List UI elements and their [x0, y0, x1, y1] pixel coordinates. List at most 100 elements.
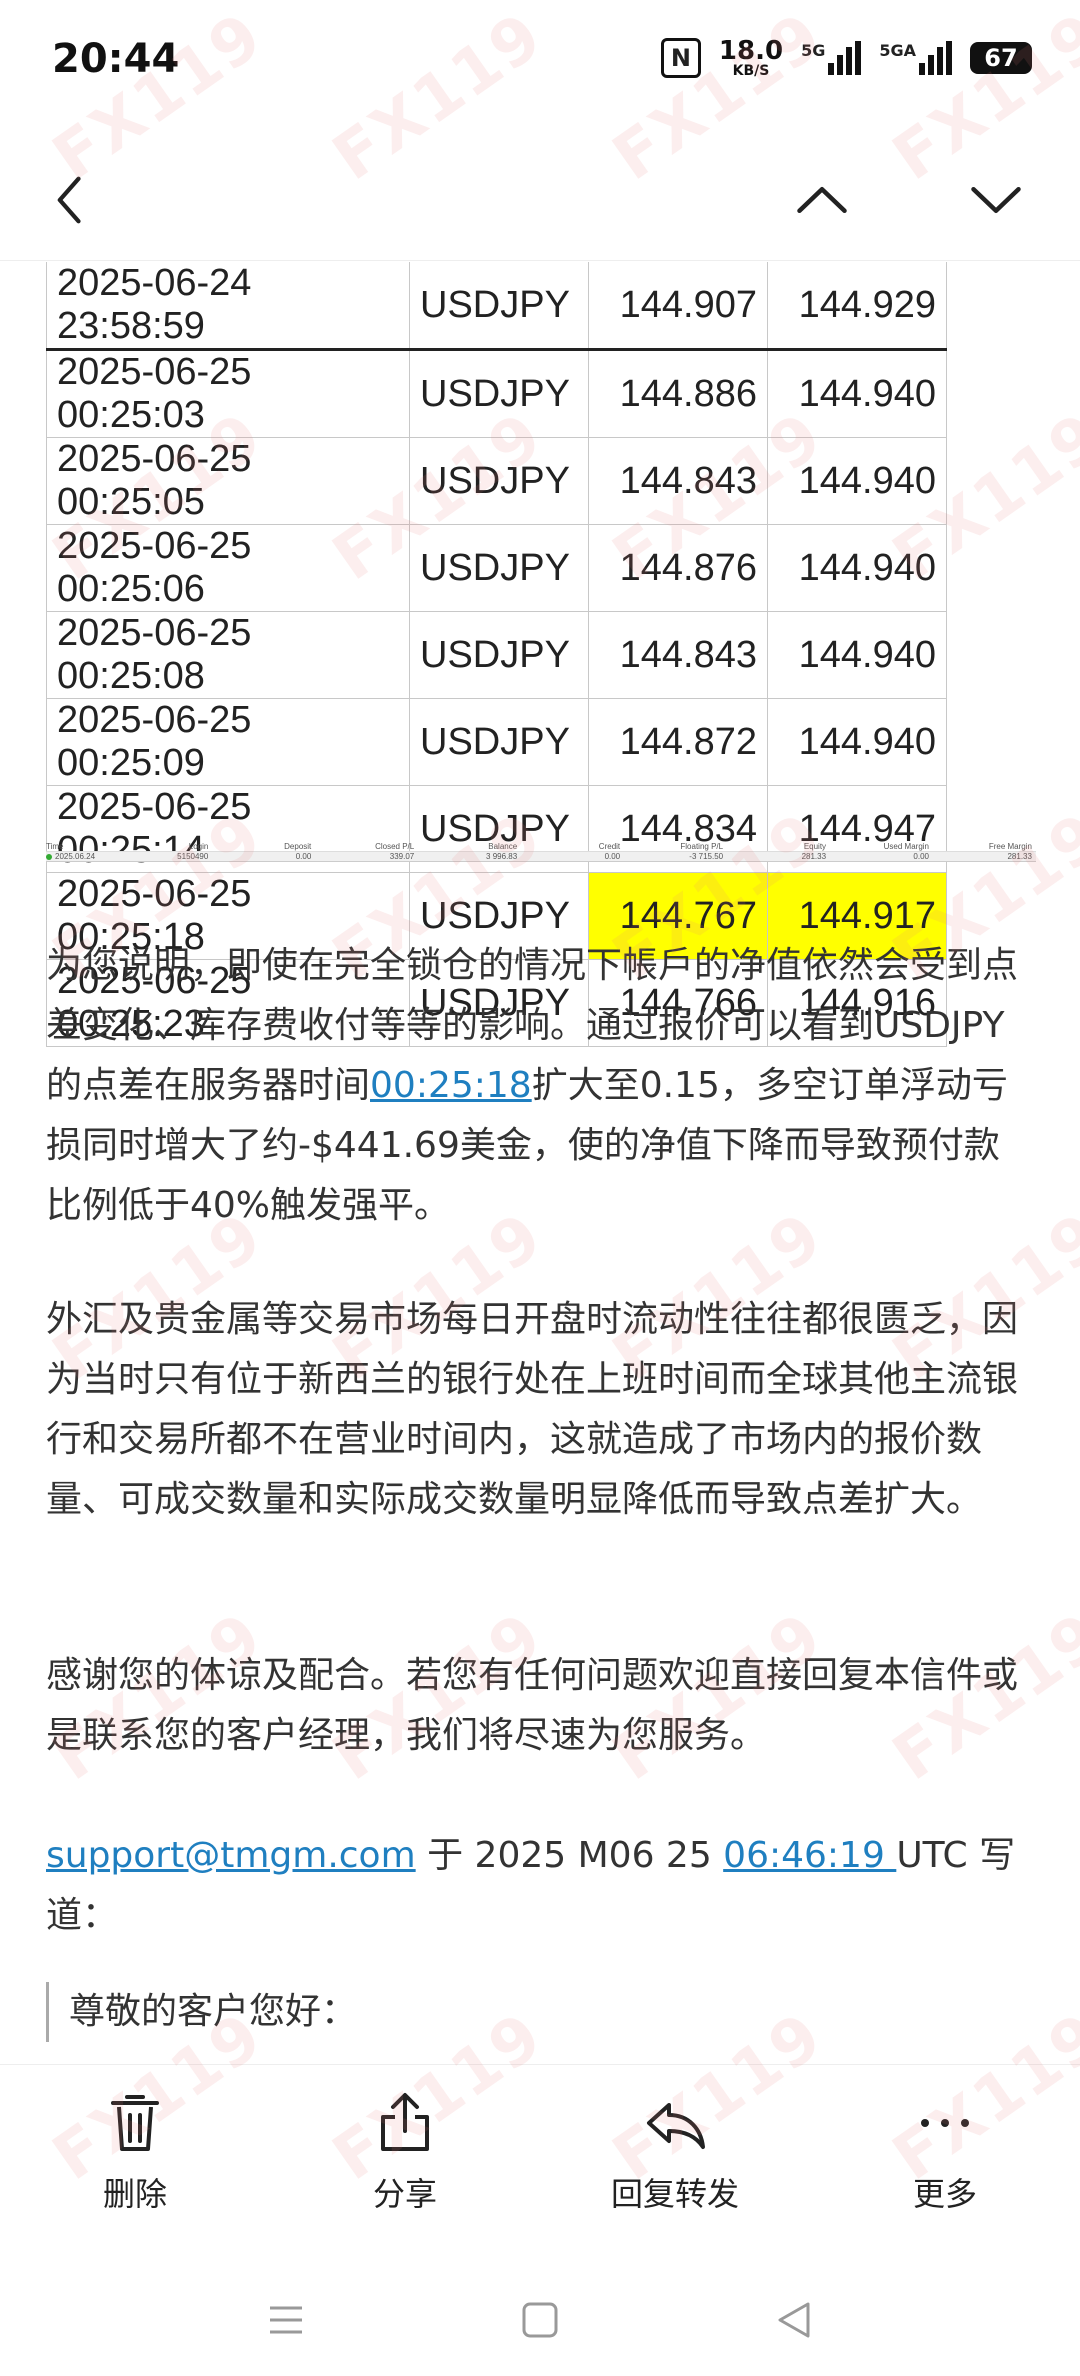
- account-header-cell: Login: [188, 842, 209, 851]
- account-cell: 0.00: [604, 852, 621, 861]
- battery-icon: 67: [970, 42, 1032, 74]
- quote-symbol: USDJPY: [409, 437, 589, 525]
- quote-datetime: 2025-06-25 00:25:03: [46, 349, 410, 438]
- quote-bid: 144.843: [588, 437, 768, 525]
- sim2-label: 5GA: [879, 41, 916, 60]
- quote-row: 2025-06-25 00:25:03 USDJPY 144.886 144.940: [46, 349, 947, 438]
- share-icon: [381, 2093, 429, 2151]
- quote-ask: 144.940: [767, 611, 947, 699]
- account-cell: 3 996.83: [486, 852, 518, 861]
- system-nav-bar: [0, 2264, 1080, 2376]
- share-label: 分享: [372, 2175, 437, 2213]
- quote-symbol: USDJPY: [409, 611, 589, 699]
- sim1-label: 5G: [801, 41, 826, 60]
- quote-row: 2025-06-25 00:25:06 USDJPY 144.876 144.940: [46, 524, 947, 612]
- network-speed-value: 18.0: [718, 36, 784, 66]
- account-header-cell: Equity: [803, 842, 827, 851]
- account-summary-header: Time Login Deposit Closed P/L Balance Credit F…: [46, 842, 1036, 851]
- quote-ask: 144.929: [767, 262, 947, 351]
- status-bar: 20:44 N 18.0 KB/S 5G 5GA 67: [0, 0, 1080, 120]
- quoted-text: 尊敬的客户您好：: [46, 1982, 357, 2042]
- quote-bid: 144.907: [588, 262, 768, 351]
- account-cell: 5150490: [177, 852, 209, 861]
- paragraph-liquidity: 外汇及贵金属等交易市场每日开盘时流动性往往都很匮乏，因为当时只有位于新西兰的银行…: [46, 1299, 1019, 1520]
- chevron-up-icon: [797, 186, 847, 214]
- quote-symbol: USDJPY: [409, 262, 589, 351]
- back-arrow-icon: [57, 176, 81, 224]
- quote-datetime: 2025-06-25 00:25:08: [46, 611, 410, 699]
- quote-row: 2025-06-25 00:25:05 USDJPY 144.843 144.940: [46, 437, 947, 525]
- quote-datetime: 2025-06-25 00:25:06: [46, 524, 410, 612]
- reply-forward-button[interactable]: 回复转发: [540, 2065, 810, 2265]
- nfc-icon: N: [660, 38, 701, 78]
- quote-datetime: 2025-06-25 00:25:09: [46, 698, 410, 786]
- more-label: 更多: [912, 2175, 977, 2213]
- back-triangle-icon[interactable]: [772, 2298, 816, 2342]
- quote-bid: 144.886: [588, 349, 768, 438]
- account-cell: 339.07: [389, 852, 415, 861]
- account-header-cell: Floating P/L: [680, 842, 724, 851]
- quote-datetime: 2025-06-25 00:25:05: [46, 437, 410, 525]
- quote-bid: 144.843: [588, 611, 768, 699]
- more-button[interactable]: 更多: [810, 2065, 1080, 2265]
- account-header-cell: Balance: [488, 842, 518, 851]
- quote-bid: 144.872: [588, 698, 768, 786]
- previous-mail-button[interactable]: [792, 170, 852, 230]
- chevron-down-icon: [971, 186, 1021, 214]
- quote-ask: 144.940: [767, 349, 947, 438]
- account-header-cell: Closed P/L: [375, 842, 415, 851]
- home-icon[interactable]: [518, 2298, 562, 2342]
- quote-table-image: 2025-06-24 23:58:59 USDJPY 144.907 144.929 2…: [46, 262, 947, 1047]
- reply-header-date: 于 2025 M06 25: [415, 1835, 724, 1876]
- account-header-cell: Credit: [598, 842, 621, 851]
- paragraph-thanks: 感谢您的体谅及配合。若您有任何问题欢迎直接回复本信件或是联系您的客户经理，我们将…: [46, 1655, 1019, 1756]
- network-speed-unit: KB/S: [732, 63, 770, 79]
- account-header-cell: Used Margin: [883, 842, 929, 851]
- account-summary-row: 2025.06.24 5150490 0.00 339.07 3 996.83 0.00 -…: [46, 851, 1036, 862]
- account-cell: 2025.06.24: [46, 852, 109, 861]
- account-cell: 281.33: [1007, 852, 1032, 861]
- trash-icon: [111, 2095, 159, 2151]
- reply-header: support@tmgm.com 于 2025 M06 25 06:46:19 …: [46, 1826, 1026, 1946]
- more-dots-icon: [921, 2119, 969, 2127]
- share-button[interactable]: 分享: [270, 2065, 540, 2265]
- sender-email-link[interactable]: support@tmgm.com: [46, 1835, 416, 1876]
- quote-row: 2025-06-25 00:25:09 USDJPY 144.872 144.940: [46, 698, 947, 786]
- quote-ask: 144.940: [767, 437, 947, 525]
- delete-button[interactable]: 删除: [0, 2065, 270, 2265]
- delete-label: 删除: [102, 2175, 167, 2213]
- quote-ask: 144.940: [767, 698, 947, 786]
- back-button[interactable]: [40, 170, 100, 230]
- signal-icon-2: 5GA: [879, 41, 952, 75]
- account-cell: -3 715.50: [689, 852, 724, 861]
- reply-forward-label: 回复转发: [610, 2175, 739, 2213]
- account-cell: 281.33: [801, 852, 827, 861]
- account-cell: 0.00: [913, 852, 929, 861]
- quote-table-body: 2025-06-24 23:58:59 USDJPY 144.907 144.929 2…: [46, 262, 947, 1047]
- quote-symbol: USDJPY: [409, 349, 589, 438]
- reply-icon: [647, 2103, 705, 2149]
- status-dot-icon: [46, 853, 52, 860]
- signal-icon: 5G: [801, 41, 862, 75]
- top-nav: [0, 120, 1080, 261]
- paragraph-explanation: 为您说明，即使在完全锁仓的情况下帳戶的净值依然会受到点差变化、库存费收付等等的影…: [46, 936, 1026, 1236]
- quote-symbol: USDJPY: [409, 698, 589, 786]
- quote-row: 2025-06-25 00:25:08 USDJPY 144.843 144.940: [46, 611, 947, 699]
- next-mail-button[interactable]: [966, 170, 1026, 230]
- reply-time-link[interactable]: 06:46:19: [723, 1835, 896, 1876]
- account-header-cell: Time: [46, 842, 64, 851]
- clock: 20:44: [52, 36, 180, 82]
- quote-ask: 144.940: [767, 524, 947, 612]
- bottom-toolbar: 删除 分享 回复转发 更多: [0, 2064, 1080, 2265]
- server-time-link[interactable]: 00:25:18: [370, 1065, 532, 1106]
- quote-symbol: USDJPY: [409, 524, 589, 612]
- account-header-cell: Deposit: [284, 842, 312, 851]
- network-speed: 18.0 KB/S: [719, 38, 783, 78]
- quote-datetime: 2025-06-24 23:58:59: [46, 262, 410, 351]
- account-summary-image: Time Login Deposit Closed P/L Balance Credit F…: [46, 842, 1036, 864]
- account-cell: 0.00: [295, 852, 312, 861]
- menu-icon[interactable]: [264, 2298, 308, 2342]
- mail-body[interactable]: 2025-06-24 23:58:59 USDJPY 144.907 144.929 2…: [0, 262, 1080, 2062]
- account-header-cell: Free Margin: [988, 842, 1032, 851]
- quote-row: 2025-06-24 23:58:59 USDJPY 144.907 144.929: [46, 262, 947, 351]
